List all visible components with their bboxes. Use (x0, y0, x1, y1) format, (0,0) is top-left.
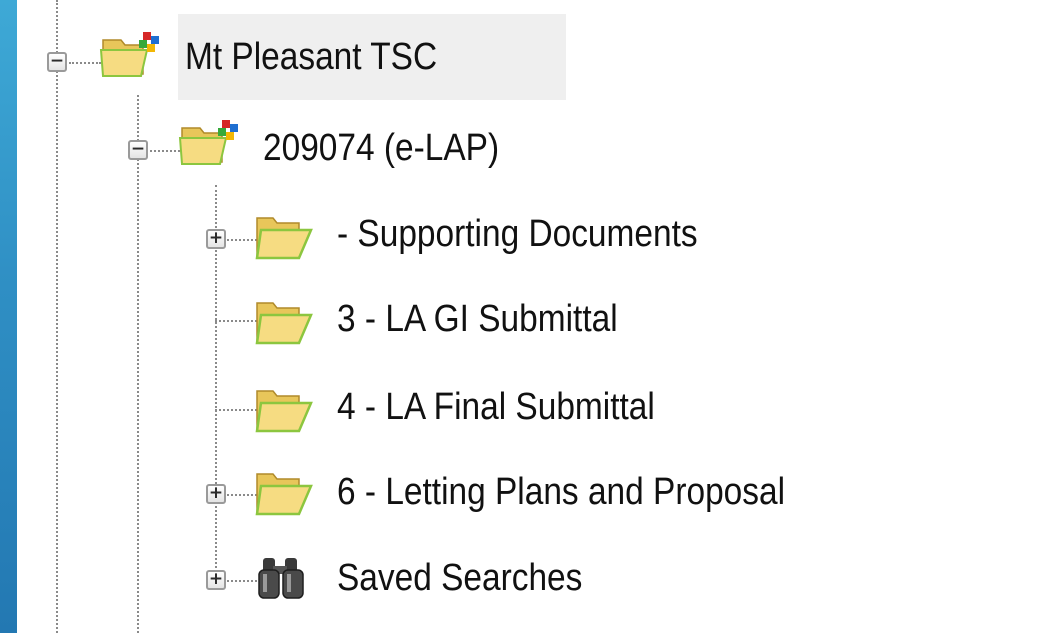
expand-button-saved-searches[interactable]: + (206, 570, 226, 590)
folder-tree-panel: − Mt Pleasant TSC − 209074 (e-LAP) + - S… (17, 0, 1061, 633)
binoculars-icon (258, 558, 304, 599)
tree-branch (215, 409, 257, 411)
tree-node-label-la-final-submittal[interactable]: 4 - LA Final Submittal (337, 381, 655, 433)
project-folder-icon (99, 32, 159, 77)
folder-icon (255, 302, 313, 345)
tree-node-label-letting-plans[interactable]: 6 - Letting Plans and Proposal (337, 466, 785, 518)
tree-node-label-supporting-documents[interactable]: - Supporting Documents (337, 208, 698, 260)
tree-node-label-project[interactable]: 209074 (e-LAP) (263, 122, 499, 174)
expand-button-letting-plans[interactable]: + (206, 484, 226, 504)
project-folder-icon (178, 120, 238, 165)
tree-node-label-saved-searches[interactable]: Saved Searches (337, 552, 582, 604)
folder-icon (255, 217, 313, 260)
tree-line-level1 (137, 95, 139, 633)
folder-icon (255, 473, 313, 516)
folder-icon (255, 390, 313, 433)
tree-branch (69, 62, 101, 64)
collapse-button-root[interactable]: − (47, 52, 67, 72)
tree-branch (150, 150, 180, 152)
tree-node-label-root[interactable]: Mt Pleasant TSC (185, 31, 437, 83)
tree-node-label-la-gi-submittal[interactable]: 3 - LA GI Submittal (337, 293, 618, 345)
tree-branch (215, 320, 257, 322)
expand-button-supporting-documents[interactable]: + (206, 229, 226, 249)
collapse-button-project[interactable]: − (128, 140, 148, 160)
tree-line-root (56, 0, 58, 633)
